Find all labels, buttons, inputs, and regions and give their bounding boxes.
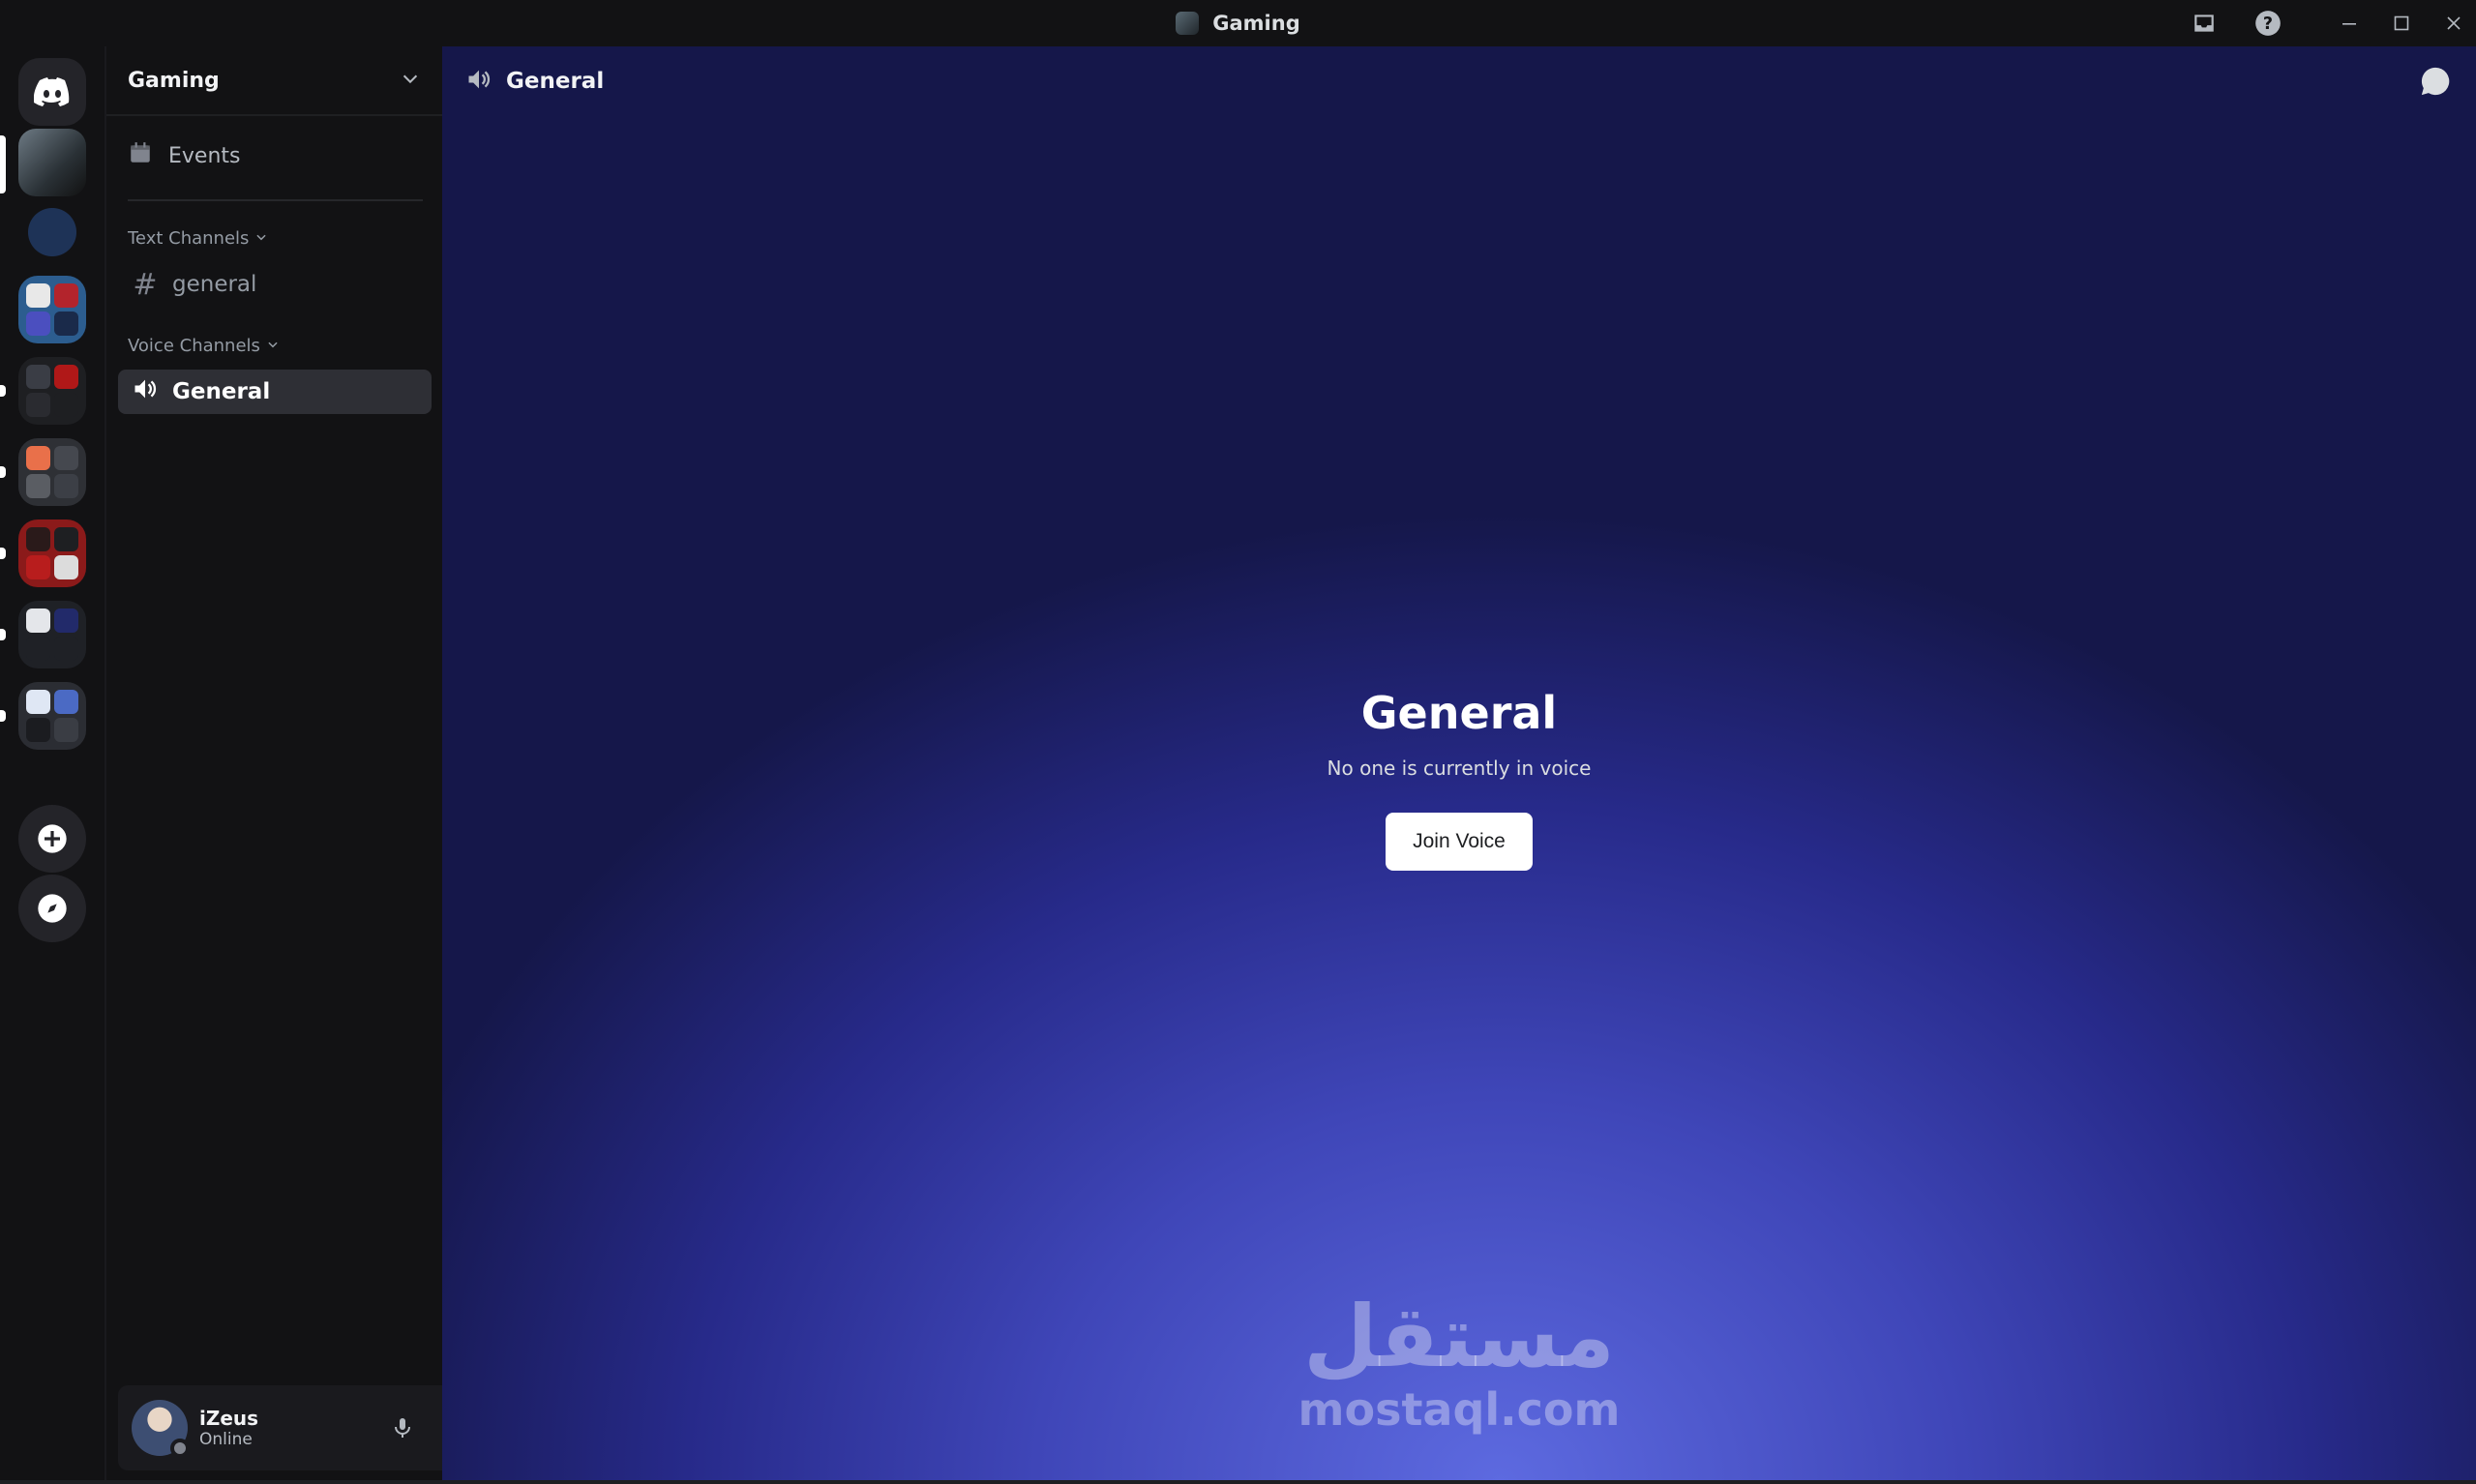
server-folder-2[interactable] xyxy=(18,357,86,425)
minimize-icon[interactable] xyxy=(2334,8,2365,39)
server-folder-4[interactable] xyxy=(18,519,86,587)
server-folder-6[interactable] xyxy=(18,682,86,750)
category-label: Voice Channels xyxy=(128,336,260,356)
server-name: Gaming xyxy=(128,68,220,93)
category-label: Text Channels xyxy=(128,228,250,249)
unread-pill xyxy=(0,385,6,397)
channel-sidebar: Gaming Events Text Channels # general Vo… xyxy=(104,46,538,1482)
category-text-channels[interactable]: Text Channels xyxy=(128,228,268,249)
chat-bubble-icon[interactable] xyxy=(2416,62,2455,101)
server-shield-icon[interactable] xyxy=(18,198,86,266)
watermark: مستقل mostaql.com xyxy=(442,1287,2476,1437)
avatar[interactable] xyxy=(132,1400,190,1458)
calendar-icon xyxy=(128,140,153,171)
speaker-icon xyxy=(465,66,492,97)
selected-server-pill xyxy=(0,135,6,193)
close-icon[interactable] xyxy=(2438,8,2469,39)
server-folder-5[interactable] xyxy=(18,601,86,668)
unread-pill xyxy=(0,466,6,478)
channel-header-title: General xyxy=(506,69,605,94)
join-voice-button[interactable]: Join Voice xyxy=(1386,813,1533,871)
server-folder-3[interactable] xyxy=(18,438,86,506)
watermark-arabic: مستقل xyxy=(1303,1287,1615,1386)
channel-name: General xyxy=(172,379,271,404)
sidebar-divider xyxy=(128,199,423,201)
username: iZeus xyxy=(199,1407,259,1430)
server-rail xyxy=(0,46,104,1482)
title-bar: Gaming ? xyxy=(0,0,2476,46)
unread-pill xyxy=(0,629,6,640)
help-icon[interactable]: ? xyxy=(2252,8,2283,39)
status-indicator xyxy=(170,1439,190,1458)
channel-header: General xyxy=(442,46,2476,116)
server-icon xyxy=(1176,12,1200,35)
watermark-latin: mostaql.com xyxy=(1298,1383,1621,1436)
svg-text:?: ? xyxy=(2263,15,2273,34)
voice-title: General xyxy=(1360,687,1558,739)
chevron-down-icon xyxy=(254,228,268,249)
server-folder-1[interactable] xyxy=(18,276,86,343)
microphone-icon[interactable] xyxy=(385,1410,420,1445)
category-voice-channels[interactable]: Voice Channels xyxy=(128,336,280,356)
inbox-icon[interactable] xyxy=(2189,8,2220,39)
events-label: Events xyxy=(168,143,241,168)
server-gaming-icon[interactable] xyxy=(18,129,86,196)
unread-pill xyxy=(0,548,6,559)
window-title: Gaming xyxy=(1212,12,1300,35)
voice-empty-state: General No one is currently in voice Joi… xyxy=(442,687,2476,871)
chevron-down-icon xyxy=(400,68,421,93)
events-row[interactable]: Events xyxy=(128,140,241,171)
chevron-down-icon xyxy=(266,336,280,356)
voice-subtitle: No one is currently in voice xyxy=(1327,757,1592,780)
hash-icon: # xyxy=(133,267,158,302)
speaker-icon xyxy=(132,375,159,408)
channel-name: general xyxy=(172,272,257,297)
server-header[interactable]: Gaming xyxy=(106,46,442,116)
unread-pill xyxy=(0,710,6,722)
bottom-border xyxy=(0,1480,2476,1484)
discover-icon[interactable] xyxy=(18,875,86,942)
user-status: Online xyxy=(199,1430,253,1449)
maximize-icon[interactable] xyxy=(2386,8,2417,39)
channel-general-text[interactable]: # general xyxy=(118,262,432,307)
add-server-icon[interactable] xyxy=(18,805,86,873)
discord-home-icon[interactable] xyxy=(18,58,86,126)
channel-general-voice[interactable]: General xyxy=(118,370,432,414)
voice-channel-view: General General No one is currently in v… xyxy=(442,46,2476,1482)
